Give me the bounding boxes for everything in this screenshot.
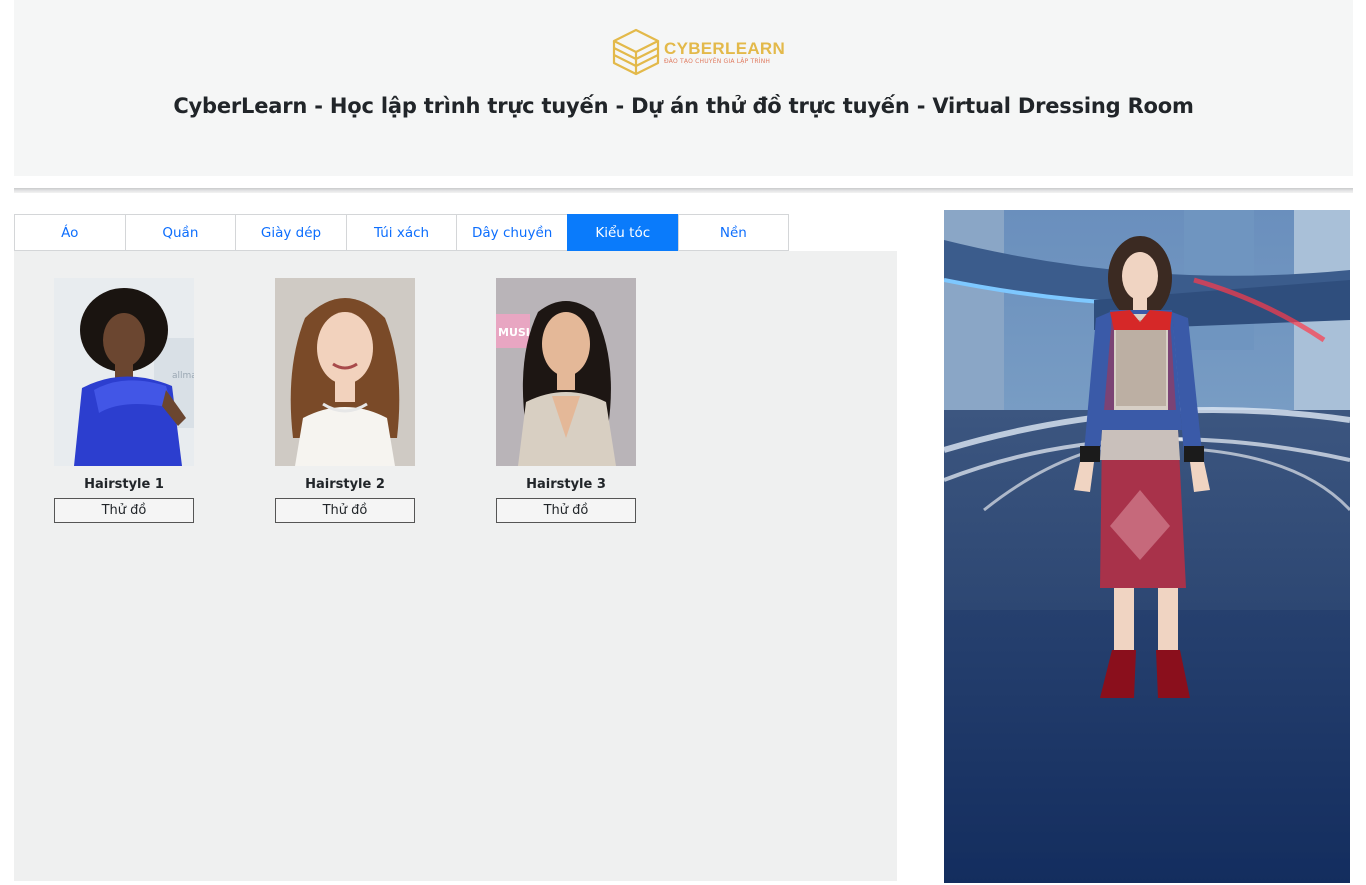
tab-tui-xach[interactable]: Túi xách [345,214,458,251]
hairstyle-1-photo: allma [54,278,194,466]
logo-wordmark: CYBERLEARN [664,38,786,58]
model-preview [944,210,1350,883]
tab-nen[interactable]: Nền [677,214,790,251]
product-card: Hairstyle 2 Thử đồ [275,278,415,523]
try-on-button[interactable]: Thử đồ [275,498,415,523]
tab-quan[interactable]: Quần [124,214,237,251]
product-name: Hairstyle 2 [305,477,385,492]
product-name: Hairstyle 1 [84,477,164,492]
header-divider [14,188,1353,193]
tab-giay-dep[interactable]: Giày dép [235,214,347,251]
try-on-button[interactable]: Thử đồ [496,498,636,523]
tab-kieu-toc[interactable]: Kiểu tóc [566,214,679,251]
items-panel: allma Hairstyle 1 Thử đồ Hairstyle 2 Thử… [14,251,897,881]
svg-text:allma: allma [172,371,194,381]
model-preview-image [944,210,1350,883]
tab-day-chuyen[interactable]: Dây chuyền [456,214,568,251]
page-header: CYBERLEARN ĐÀO TẠO CHUYÊN GIA LẬP TRÌNH … [14,0,1353,176]
page-title: CyberLearn - Học lập trình trực tuyến - … [173,94,1194,118]
hairstyle-2-photo [275,278,415,466]
hairstyle-3-photo: MUSIC [496,278,636,466]
cyberlearn-logo[interactable]: CYBERLEARN ĐÀO TẠO CHUYÊN GIA LẬP TRÌNH [610,26,788,78]
product-card: allma Hairstyle 1 Thử đồ [54,278,194,523]
tab-ao[interactable]: Áo [14,214,126,251]
product-name: Hairstyle 3 [526,477,606,492]
product-card: MUSIC Hairstyle 3 Thử đồ [496,278,636,523]
try-on-button[interactable]: Thử đồ [54,498,194,523]
logo-cube-icon [612,28,660,76]
logo-tagline: ĐÀO TẠO CHUYÊN GIA LẬP TRÌNH [664,57,771,65]
category-tabs: Áo Quần Giày dép Túi xách Dây chuyền Kiể… [14,214,790,251]
